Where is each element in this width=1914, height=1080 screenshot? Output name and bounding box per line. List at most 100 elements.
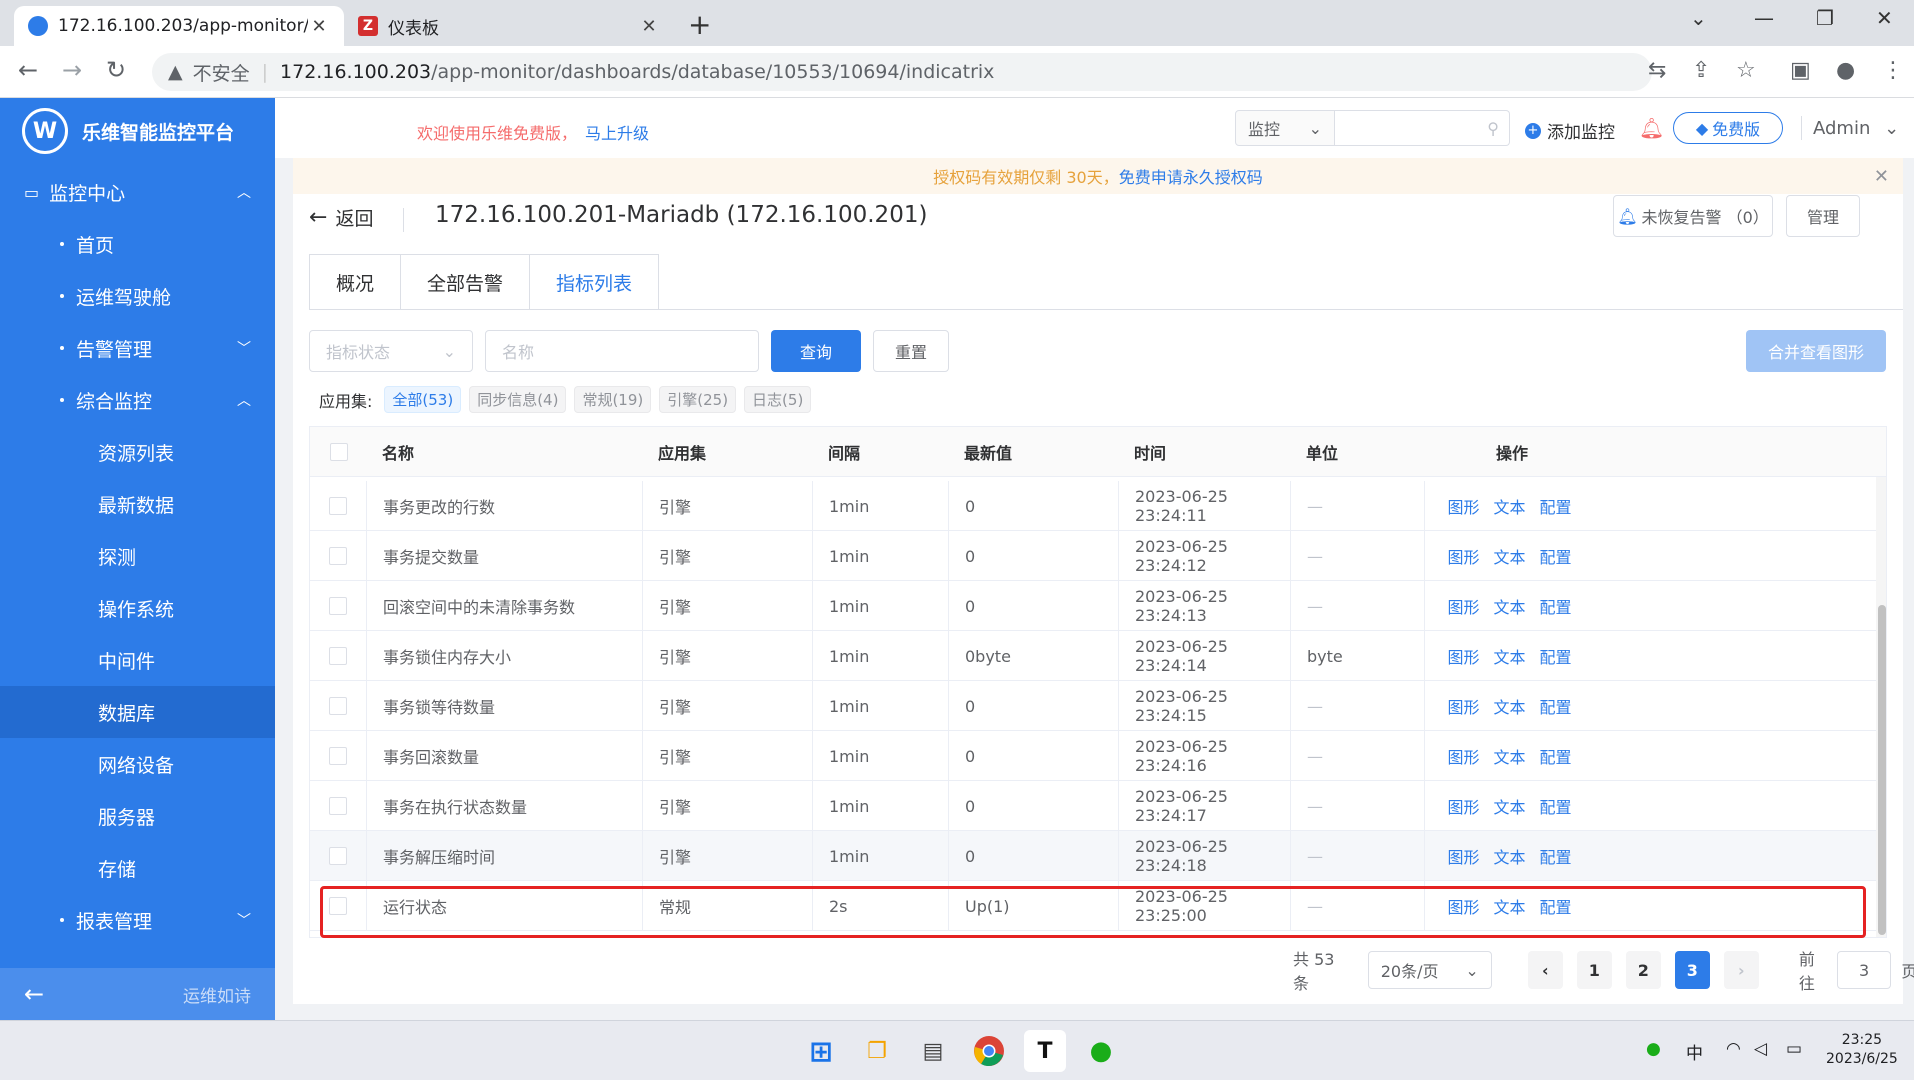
appset-chip-log[interactable]: 日志(5) <box>744 386 812 413</box>
user-menu[interactable]: Admin ⌄ <box>1813 118 1899 139</box>
wechat-tray-icon[interactable]: ● <box>1646 1039 1661 1059</box>
close-tab-icon[interactable]: ✕ <box>638 16 660 37</box>
sidebar-item-resource-list[interactable]: 资源列表 <box>0 426 275 478</box>
typora-app-icon[interactable]: T <box>1024 1030 1066 1072</box>
table-row[interactable]: 事务锁等待数量 引擎 1min 0 2023-06-25 23:24:15 — … <box>310 681 1876 731</box>
wifi-icon[interactable]: ◠ <box>1726 1039 1741 1059</box>
row-checkbox[interactable] <box>329 897 347 915</box>
config-link[interactable]: 配置 <box>1540 594 1572 618</box>
text-link[interactable]: 文本 <box>1493 544 1525 568</box>
config-link[interactable]: 配置 <box>1540 794 1572 818</box>
table-row[interactable]: 事务在执行状态数量 引擎 1min 0 2023-06-25 23:24:17 … <box>310 781 1876 831</box>
sidebar-item-network-device[interactable]: 网络设备 <box>0 738 275 790</box>
text-link[interactable]: 文本 <box>1493 644 1525 668</box>
config-link[interactable]: 配置 <box>1540 694 1572 718</box>
bookmark-star-icon[interactable]: ☆ <box>1736 58 1756 83</box>
table-row[interactable]: 事务更改的行数 引擎 1min 0 2023-06-25 23:24:11 — … <box>310 481 1876 531</box>
window-close-icon[interactable]: ✕ <box>1876 6 1893 30</box>
table-row[interactable]: 事务提交数量 引擎 1min 0 2023-06-25 23:24:12 — 图… <box>310 531 1876 581</box>
row-checkbox[interactable] <box>329 647 347 665</box>
goto-page-input[interactable]: 3 <box>1836 951 1892 989</box>
graph-link[interactable]: 图形 <box>1447 494 1479 518</box>
bell-icon[interactable]: 🔔︎ <box>1639 116 1664 140</box>
text-link[interactable]: 文本 <box>1493 844 1525 868</box>
row-checkbox[interactable] <box>329 797 347 815</box>
text-link[interactable]: 文本 <box>1493 894 1525 918</box>
new-tab-icon[interactable]: + <box>688 8 711 41</box>
upgrade-link[interactable]: 马上升级 <box>585 124 649 143</box>
prev-page-button[interactable]: ‹ <box>1527 951 1563 989</box>
forward-icon[interactable]: → <box>62 56 82 84</box>
reset-button[interactable]: 重置 <box>873 330 949 372</box>
ime-indicator[interactable]: 中 <box>1686 1039 1703 1064</box>
query-button[interactable]: 查询 <box>771 330 861 372</box>
sidebar-item-monitor-center[interactable]: ▭ 监控中心 ︿ <box>0 166 275 218</box>
graph-link[interactable]: 图形 <box>1447 844 1479 868</box>
maximize-icon[interactable]: ❐ <box>1816 6 1834 30</box>
brand-logo[interactable]: W 乐维智能监控平台 <box>22 108 234 154</box>
config-link[interactable]: 配置 <box>1540 894 1572 918</box>
tab-metric-list[interactable]: 指标列表 <box>529 254 660 310</box>
row-checkbox[interactable] <box>329 747 347 765</box>
tab-search-icon[interactable]: ⌄ <box>1690 6 1707 30</box>
text-link[interactable]: 文本 <box>1493 594 1525 618</box>
sidebar-item-os[interactable]: 操作系统 <box>0 582 275 634</box>
page-2-button[interactable]: 2 <box>1625 951 1661 989</box>
sidebar-item-middleware[interactable]: 中间件 <box>0 634 275 686</box>
windows-start-icon[interactable]: ⊞ <box>800 1030 842 1072</box>
merge-graphs-button[interactable]: 合并查看图形 <box>1746 330 1886 372</box>
table-row[interactable]: 回滚空间中的未清除事务数 引擎 1min 0 2023-06-25 23:24:… <box>310 581 1876 631</box>
graph-link[interactable]: 图形 <box>1447 594 1479 618</box>
appset-chip-sync[interactable]: 同步信息(4) <box>469 386 567 413</box>
table-row[interactable]: 事务解压缩时间 引擎 1min 0 2023-06-25 23:24:18 — … <box>310 831 1876 881</box>
column-header-name[interactable]: 名称 <box>382 427 414 477</box>
config-link[interactable]: 配置 <box>1540 844 1572 868</box>
table-row[interactable]: 事务锁住内存大小 引擎 1min 0byte 2023-06-25 23:24:… <box>310 631 1876 681</box>
appset-chip-all[interactable]: 全部(53) <box>384 386 462 413</box>
text-link[interactable]: 文本 <box>1493 494 1525 518</box>
system-clock[interactable]: 23:25 2023/6/25 <box>1826 1031 1898 1069</box>
unrecovered-alerts-button[interactable]: 🔔︎ 未恢复告警 （0） <box>1613 195 1773 237</box>
page-size-select[interactable]: 20条/页 ⌄ <box>1367 951 1492 989</box>
config-link[interactable]: 配置 <box>1540 544 1572 568</box>
column-header-latest-value[interactable]: 最新值 <box>964 427 1012 477</box>
sidebar-item-database[interactable]: 数据库 <box>0 686 275 738</box>
sidebar-item-alert-management[interactable]: 告警管理 ﹀ <box>0 322 275 374</box>
free-edition-badge[interactable]: ◆ 免费版 <box>1673 112 1783 144</box>
tab-overview[interactable]: 概况 <box>309 254 401 310</box>
chrome-app-icon[interactable] <box>968 1030 1010 1072</box>
graph-link[interactable]: 图形 <box>1447 794 1479 818</box>
graph-link[interactable]: 图形 <box>1447 744 1479 768</box>
next-page-button[interactable]: › <box>1723 951 1759 989</box>
config-link[interactable]: 配置 <box>1540 494 1572 518</box>
apply-license-link[interactable]: 免费申请永久授权码 <box>1119 164 1263 188</box>
add-monitor-button[interactable]: + 添加监控 <box>1525 118 1615 143</box>
text-link[interactable]: 文本 <box>1493 744 1525 768</box>
browser-tab-dashboard[interactable]: Z 仪表板 ✕ <box>344 6 674 46</box>
battery-icon[interactable]: ▭ <box>1786 1039 1802 1059</box>
page-1-button[interactable]: 1 <box>1576 951 1612 989</box>
graph-link[interactable]: 图形 <box>1447 694 1479 718</box>
column-header-unit[interactable]: 单位 <box>1306 427 1338 477</box>
appset-chip-engine[interactable]: 引擎(25) <box>659 386 737 413</box>
sidebar-item-integrated-monitoring[interactable]: 综合监控 ︿ <box>0 374 275 426</box>
share-icon[interactable]: ⇪ <box>1692 58 1710 83</box>
table-row[interactable]: 运行状态 常规 2s Up(1) 2023-06-25 23:25:00 — 图… <box>310 881 1876 931</box>
sidebar-item-storage[interactable]: 存储 <box>0 842 275 894</box>
config-link[interactable]: 配置 <box>1540 644 1572 668</box>
column-header-interval[interactable]: 间隔 <box>828 427 860 477</box>
name-input[interactable]: 名称 <box>485 330 759 372</box>
minimize-icon[interactable]: — <box>1754 6 1774 30</box>
wechat-app-icon[interactable]: ● <box>1080 1030 1122 1072</box>
reload-icon[interactable]: ↻ <box>106 56 126 84</box>
sidebar-item-home[interactable]: 首页 <box>0 218 275 270</box>
manage-button[interactable]: 管理 <box>1786 195 1860 237</box>
translate-icon[interactable]: ⇆ <box>1648 58 1666 83</box>
terminal-app-icon[interactable]: ▤ <box>912 1030 954 1072</box>
column-header-time[interactable]: 时间 <box>1134 427 1166 477</box>
sidebar-item-latest-data[interactable]: 最新数据 <box>0 478 275 530</box>
config-link[interactable]: 配置 <box>1540 744 1572 768</box>
browser-menu-icon[interactable]: ⋮ <box>1882 58 1904 83</box>
row-checkbox[interactable] <box>329 547 347 565</box>
row-checkbox[interactable] <box>329 847 347 865</box>
